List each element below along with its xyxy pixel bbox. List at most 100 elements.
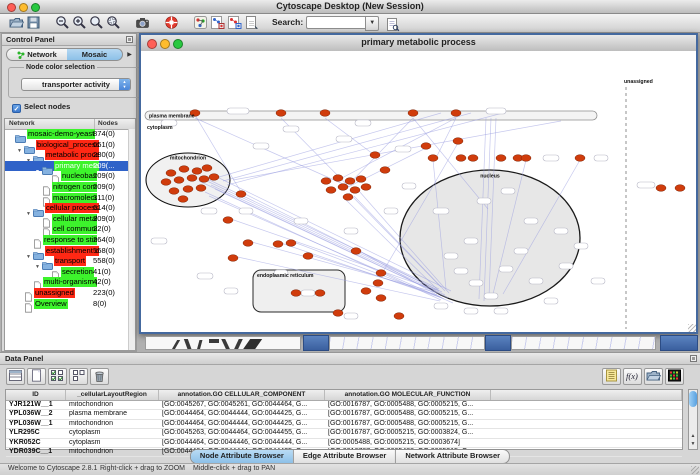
table-row[interactable]: YPL036W__1mitochondrion[GO:0044464, GO:0… <box>6 420 682 429</box>
tab-edge-attribute-browser[interactable]: Edge Attribute Browser <box>294 450 396 463</box>
snapshot-icon[interactable] <box>134 15 151 31</box>
delete-attr-icon[interactable] <box>90 368 109 385</box>
tree-row[interactable]: cell communicat22(0) <box>5 224 128 235</box>
network-node[interactable] <box>373 280 383 287</box>
tree-row[interactable]: macromolecule311(0) <box>5 193 128 204</box>
network-node[interactable] <box>178 196 188 203</box>
edit-nodes-icon[interactable] <box>209 15 226 31</box>
tree-row[interactable]: ▼transport558(0) <box>5 256 128 267</box>
column-header[interactable]: annotation.GO MOLECULAR_FUNCTION <box>325 390 491 400</box>
tree-row[interactable]: secretion41(0) <box>5 267 128 278</box>
network-node[interactable] <box>356 176 366 183</box>
network-node[interactable] <box>468 155 478 162</box>
network-node[interactable] <box>161 179 171 186</box>
column-header[interactable]: annotation.GO CELLULAR_COMPONENT <box>159 390 325 400</box>
tree-row[interactable]: multi-organism pro42(0) <box>5 277 128 288</box>
network-node[interactable] <box>320 110 330 117</box>
network-node[interactable] <box>338 184 348 191</box>
network-node[interactable] <box>192 168 202 175</box>
formula-icon[interactable]: f(x) <box>623 368 642 385</box>
table-scrollbar[interactable]: ▲ ▼ <box>688 389 698 450</box>
table-row[interactable]: YLR295Ccytoplasm[GO:0045263, GO:0044464,… <box>6 429 682 438</box>
tree-row[interactable]: nucleobase-209(0) <box>5 171 128 182</box>
zoom-fit-icon[interactable] <box>88 15 105 31</box>
network-node[interactable] <box>456 155 466 162</box>
search-options-button[interactable] <box>384 17 401 33</box>
select-nodes-checkbox[interactable]: ✓ <box>12 104 21 113</box>
zoom-out-icon[interactable] <box>54 15 71 31</box>
table-row[interactable]: YJR121W__1mitochondrion[GO:0045267, GO:0… <box>6 401 682 410</box>
network-node[interactable] <box>228 255 238 262</box>
network-node[interactable] <box>675 185 685 192</box>
zoom-selected-icon[interactable] <box>105 15 122 31</box>
network-node[interactable] <box>243 240 253 247</box>
background-window-edge[interactable] <box>660 335 698 351</box>
network-node[interactable] <box>166 170 176 177</box>
background-window-fragment[interactable] <box>511 336 656 350</box>
network-window-titlebar[interactable]: primary metabolic process <box>141 35 696 52</box>
tree-row[interactable]: mosaic-demo-yeast874(0) <box>5 129 128 140</box>
network-node[interactable] <box>326 187 336 194</box>
import-attrs-icon[interactable] <box>644 368 663 385</box>
network-node[interactable] <box>575 155 585 162</box>
network-node[interactable] <box>236 191 246 198</box>
tab-node-attribute-browser[interactable]: Node Attribute Browser <box>191 450 294 463</box>
tree-row[interactable]: ▼metabolic process280(0) <box>5 150 128 161</box>
scroll-up-icon[interactable]: ▲ <box>689 432 697 440</box>
search-input[interactable] <box>307 23 365 32</box>
background-window-edge[interactable] <box>303 335 329 351</box>
resize-grip-icon[interactable] <box>691 466 699 474</box>
float-panel-icon[interactable] <box>126 36 133 43</box>
tree-row[interactable]: response to stimulu264(0) <box>5 235 128 246</box>
scrollbar-thumb[interactable] <box>689 391 697 407</box>
network-node[interactable] <box>350 187 360 194</box>
search-dropdown-button[interactable]: ▼ <box>365 16 379 31</box>
network-overview-icon[interactable] <box>192 15 209 31</box>
tree-row[interactable]: ▼cellular process614(0) <box>5 203 128 214</box>
network-node[interactable] <box>187 175 197 182</box>
new-attr-icon[interactable] <box>27 368 46 385</box>
network-node[interactable] <box>174 177 184 184</box>
tree-row[interactable]: Overview8(0) <box>5 299 128 310</box>
float-panel-icon[interactable] <box>690 355 697 362</box>
network-node[interactable] <box>376 270 386 277</box>
annotation-icon[interactable] <box>243 15 260 31</box>
network-node[interactable] <box>453 138 463 145</box>
network-node[interactable] <box>199 176 209 183</box>
network-node[interactable] <box>421 143 431 150</box>
attr-table-icon[interactable] <box>6 368 25 385</box>
column-header[interactable]: _cellularLayoutRegion <box>66 390 159 400</box>
tab-network-attribute-browser[interactable]: Network Attribute Browser <box>396 450 509 463</box>
select-attrs-icon[interactable] <box>48 368 67 385</box>
network-node[interactable] <box>656 185 666 192</box>
network-node[interactable] <box>291 290 301 297</box>
network-node[interactable] <box>343 194 353 201</box>
background-window-fragment[interactable] <box>145 336 301 350</box>
network-node[interactable] <box>209 174 219 181</box>
matrix-icon[interactable] <box>665 368 684 385</box>
scroll-down-icon[interactable]: ▼ <box>689 440 697 448</box>
window-resize-grip[interactable] <box>688 324 696 332</box>
network-node[interactable] <box>196 185 206 192</box>
tree-row[interactable]: nitrogen compo209(0) <box>5 182 128 193</box>
zoom-in-icon[interactable] <box>71 15 88 31</box>
network-node[interactable] <box>428 155 438 162</box>
network-node[interactable] <box>276 110 286 117</box>
edit-edges-icon[interactable] <box>226 15 243 31</box>
network-canvas[interactable]: plasma membranecytoplasmmitochondrionnuc… <box>141 51 696 332</box>
vizmapper-icon[interactable] <box>163 15 180 31</box>
network-node[interactable] <box>521 155 531 162</box>
tree-row[interactable]: ▼establishment of lo558(0) <box>5 246 128 257</box>
tree-row[interactable]: unassigned223(0) <box>5 288 128 299</box>
network-node[interactable] <box>394 313 404 320</box>
network-node[interactable] <box>496 155 506 162</box>
network-node[interactable] <box>361 184 371 191</box>
table-row[interactable]: YKR052Ccytoplasm[GO:0044464, GO:0044446,… <box>6 439 682 448</box>
unselect-attrs-icon[interactable] <box>69 368 88 385</box>
network-node[interactable] <box>315 290 325 297</box>
tab-mosaic[interactable]: Mosaic <box>67 48 123 61</box>
network-node[interactable] <box>351 248 361 255</box>
network-node[interactable] <box>345 178 355 185</box>
network-node[interactable] <box>273 241 283 248</box>
network-node[interactable] <box>303 253 313 260</box>
